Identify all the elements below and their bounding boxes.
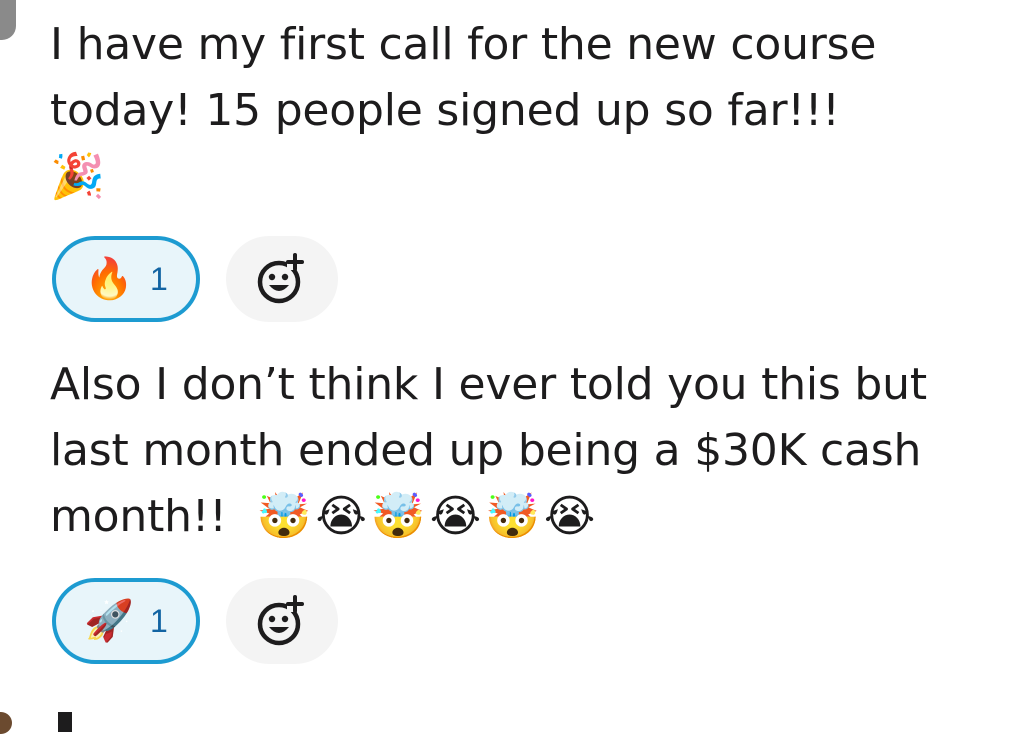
emoji-sequence: 🤯😭🤯😭🤯😭: [257, 484, 600, 550]
exploding-head-icon: 🤯: [485, 491, 544, 542]
previous-avatar[interactable]: [0, 0, 16, 40]
exploding-head-icon: 🤯: [256, 491, 316, 542]
message-text: Also I don’t think I ever told you this …: [50, 352, 990, 550]
next-message-fragment: [58, 712, 72, 732]
rocket-icon: 🚀: [84, 598, 134, 644]
fire-icon: 🔥: [84, 256, 134, 302]
message-text: I have my first call for the new course …: [50, 12, 990, 210]
party-popper-icon: 🎉: [50, 151, 105, 202]
add-reaction-icon: [257, 253, 304, 304]
message-body: I have my first call for the new course …: [50, 19, 877, 136]
crying-face-icon: 😭: [543, 491, 600, 542]
reaction-count: 1: [150, 260, 168, 297]
next-avatar[interactable]: [0, 712, 12, 734]
crying-face-icon: 😭: [429, 491, 486, 542]
reaction-count: 1: [150, 602, 168, 639]
exploding-head-icon: 🤯: [370, 491, 430, 542]
reaction-fire[interactable]: 🔥 1: [52, 236, 200, 322]
add-reaction-icon: [257, 595, 304, 646]
reaction-rocket[interactable]: 🚀 1: [52, 578, 200, 664]
crying-face-icon: 😭: [315, 491, 371, 542]
add-reaction-button[interactable]: [226, 578, 338, 664]
add-reaction-button[interactable]: [226, 236, 338, 322]
